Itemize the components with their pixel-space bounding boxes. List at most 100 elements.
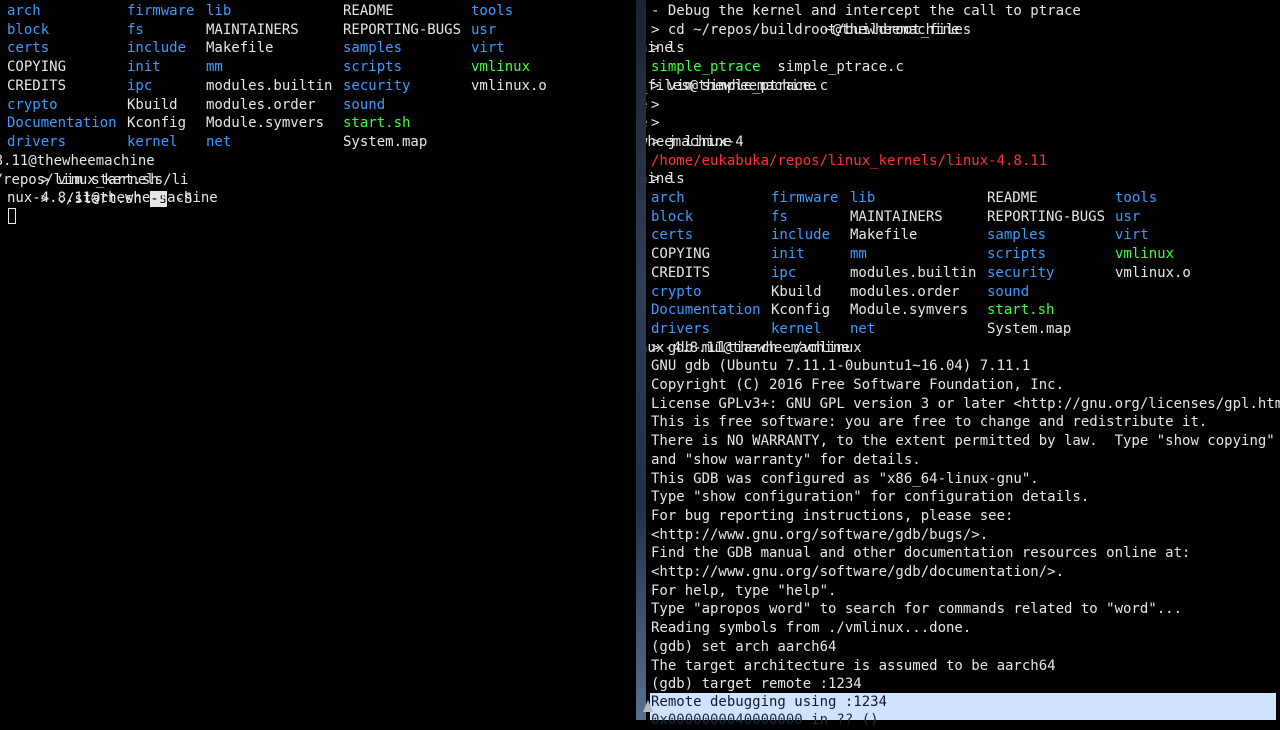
prompt-line: > ls~/repos/linux_kernels/linux-4.8.11@t… <box>646 170 685 189</box>
ls-entry: CREDITS <box>651 264 711 281</box>
gdb-output-line: Type "show configuration" for configurat… <box>651 489 1090 506</box>
ls-entry: modules.order <box>850 283 960 300</box>
ls-entry: README <box>987 190 1038 206</box>
gdb-output-line: Reading symbols from ./vmlinux...done. <box>651 620 972 637</box>
gdb-output-line: (gdb) set arch aarch64 <box>651 638 837 655</box>
ls-entry: drivers <box>7 133 67 150</box>
ls-entry: ipc <box>127 77 153 94</box>
text-cursor <box>8 208 16 224</box>
ls-entry: REPORTING-BUGS <box>343 21 462 38</box>
gdb-output-line: GNU gdb (Ubuntu 7.11.1-0ubuntu1~16.04) 7… <box>651 358 1031 375</box>
ls-entry: Documentation <box>651 302 761 319</box>
prompt-line: > j linux-4~/repos/buildroot/buildroot_f… <box>646 133 744 152</box>
ls-entry: Module.symvers <box>850 302 969 319</box>
ls-entry: start.sh <box>987 302 1055 319</box>
prompt-line: > ./start.sh -s -S ~/repos/linux_kernels… <box>0 171 192 207</box>
left-terminal-pane[interactable]: arch firmware lib README tools block fs MAINTAI… <box>0 0 636 720</box>
gdb-output-line: (gdb) target remote :1234 <box>651 676 862 693</box>
prompt-line: > ~/repos/buildroot/buildroot_files@thewh… <box>646 96 660 115</box>
ls-entry: MAINTAINERS <box>850 208 943 225</box>
right-terminal-pane[interactable]: - Debug the kernel and intercept the cal… <box>646 0 1280 720</box>
ls-entry: samples <box>343 40 403 57</box>
mouse-pointer-icon <box>643 700 653 712</box>
ls-entry: Makefile <box>206 40 274 57</box>
ls-entry: vmlinux.o <box>471 77 547 94</box>
ls-entry: lib <box>850 190 876 206</box>
prompt-line: > ls~/repos/buildroot/buildroot_files@th… <box>646 39 685 58</box>
prompt-path: ~/repos/buildroot/buildroot_files@thewhe… <box>646 96 647 115</box>
ls-entry: security <box>987 264 1055 281</box>
ls-entry: scripts <box>987 246 1047 263</box>
ls-entry: crypto <box>651 283 702 300</box>
command-text: > <box>651 96 660 113</box>
ls-entry: System.map <box>343 133 428 150</box>
gdb-output-line: Find the GDB manual and other documentat… <box>651 545 1191 562</box>
ls-entry: kernel <box>127 133 178 150</box>
gdb-output-line: Type "apropos word" to search for comman… <box>651 601 1183 618</box>
ls-entry: modules.builtin <box>206 77 333 94</box>
gdb-output-line: This is free software: you are free to c… <box>651 414 1208 431</box>
command-text: > <box>651 115 660 132</box>
gdb-output-line: <http://www.gnu.org/software/gdb/documen… <box>651 564 1065 580</box>
ls-entry: samples <box>987 227 1047 244</box>
ls-entry: Kconfig <box>771 302 831 319</box>
ls-entry: block <box>7 21 50 38</box>
gdb-output-line: <http://www.gnu.org/software/gdb/bugs/>. <box>651 526 989 543</box>
prompt-line: > gdb-multiarch ./vmlinux~/repos/linux_k… <box>646 339 862 358</box>
ls-entry: vmlinux <box>1115 246 1175 263</box>
ls-entry: net <box>850 320 876 337</box>
ls-entry: lib <box>206 3 232 19</box>
selected-output-line: 0x0000000040000000 in ?? () <box>651 712 879 728</box>
prompt-line: - Debug the kernel and intercept the cal… <box>651 2 1081 21</box>
ls-entry: virt <box>1115 227 1149 244</box>
command-text: - Debug the kernel and intercept the cal… <box>651 3 1081 19</box>
ls-entry: start.sh <box>343 115 411 132</box>
ls-entry: simple_ptrace <box>651 59 761 76</box>
ls-entry: certs <box>651 227 694 244</box>
ls-entry: CREDITS <box>7 77 67 94</box>
ls-entry: mm <box>206 59 223 76</box>
ls-entry: fs <box>771 208 788 225</box>
ls-entry: include <box>771 227 831 244</box>
ls-entry: scripts <box>343 59 403 76</box>
ls-entry: Kconfig <box>127 115 187 132</box>
gdb-output-line: For help, type "help". <box>651 582 837 599</box>
prompt-path: ~/repos/buildroot/buildroot_files@thewhe… <box>646 77 817 94</box>
ls-entry: security <box>343 77 411 94</box>
ls-entry: Kbuild <box>771 283 822 300</box>
ls-entry: COPYING <box>651 246 711 263</box>
gdb-output-line: Copyright (C) 2016 Free Software Foundat… <box>651 377 1065 393</box>
ls-entry: block <box>651 208 694 225</box>
ls-entry: REPORTING-BUGS <box>987 208 1106 225</box>
ls-entry: init <box>127 59 161 76</box>
prompt-line: > vim simple_ptrace.c~/repos/buildroot/b… <box>646 77 828 96</box>
ls-entry: Module.symvers <box>206 115 325 132</box>
pane-divider[interactable] <box>636 0 646 720</box>
ls-entry: usr <box>471 21 497 38</box>
gdb-output-line: The target architecture is assumed to be… <box>651 657 1056 674</box>
ls-entry: vmlinux.o <box>1115 264 1191 281</box>
ls-entry: vmlinux <box>471 59 531 76</box>
prompt-line: > vim start.sh ~/repos/linux_kernels/lin… <box>0 152 159 188</box>
prompt-path-wrap: nux-4.8.11@thewheemachine <box>7 190 218 206</box>
ls-entry: virt <box>471 40 505 57</box>
prompt-path: ~/repos/buildroot/buildroot_files@thewhe… <box>646 40 673 57</box>
ls-entry: System.map <box>987 320 1072 337</box>
ls-entry: modules.builtin <box>850 264 977 281</box>
prompt-path: ~/repos/linux_kernels/linux-4.8.11@thewh… <box>646 171 673 188</box>
gdb-output-line: For bug reporting instructions, please s… <box>651 507 1014 524</box>
ls-entry: drivers <box>651 320 711 337</box>
ls-entry: net <box>206 133 232 150</box>
ls-entry: README <box>343 3 394 19</box>
gdb-output-line: There is NO WARRANTY, to the extent perm… <box>651 433 1275 450</box>
gdb-output-line: This GDB was configured as "x86_64-linux… <box>651 470 1039 487</box>
ls-entry: tools <box>471 3 514 19</box>
prompt-path: ~/repos/linux_kernels/linux-4.8.11@thewh… <box>0 153 155 169</box>
prompt-path: ~@thewheemachine <box>824 21 960 38</box>
ls-row: simple_ptrace simple_ptrace.c <box>651 58 904 77</box>
ls-entry: firmware <box>127 3 195 19</box>
ls-entry: Documentation <box>7 115 117 132</box>
ls-entry: crypto <box>7 96 58 113</box>
selected-output-line: Remote debugging using :1234 <box>651 694 888 710</box>
ls-entry: Kbuild <box>127 96 178 113</box>
